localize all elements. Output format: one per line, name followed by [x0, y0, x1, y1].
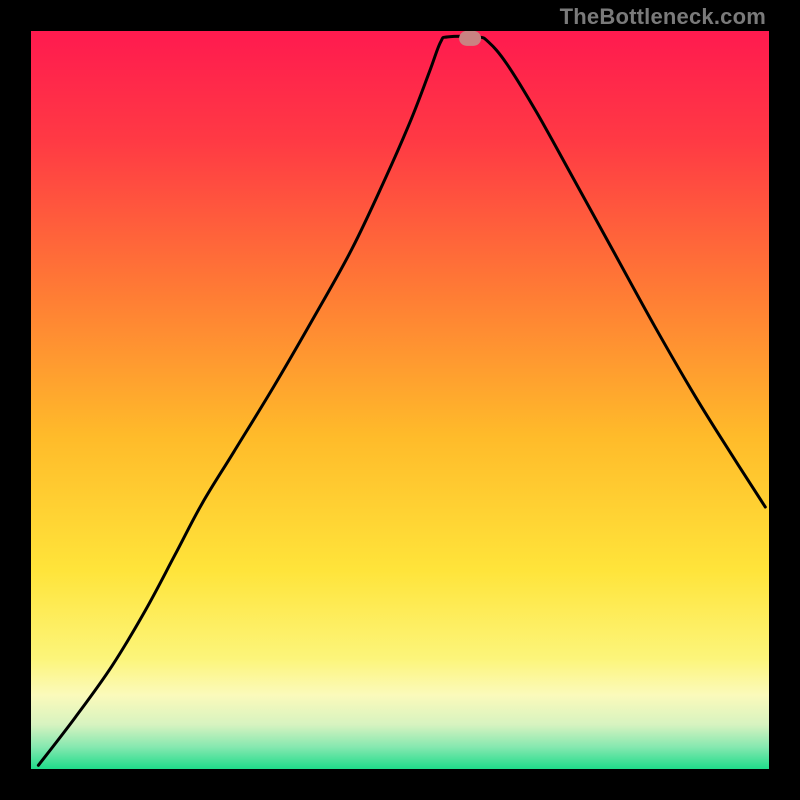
chart-frame: TheBottleneck.com	[0, 0, 800, 800]
bottleneck-chart	[31, 31, 769, 769]
gradient-background	[31, 31, 769, 769]
optimal-point-marker	[459, 31, 481, 46]
plot-area	[31, 31, 769, 769]
marker-layer	[459, 31, 481, 46]
watermark-label: TheBottleneck.com	[560, 4, 766, 30]
